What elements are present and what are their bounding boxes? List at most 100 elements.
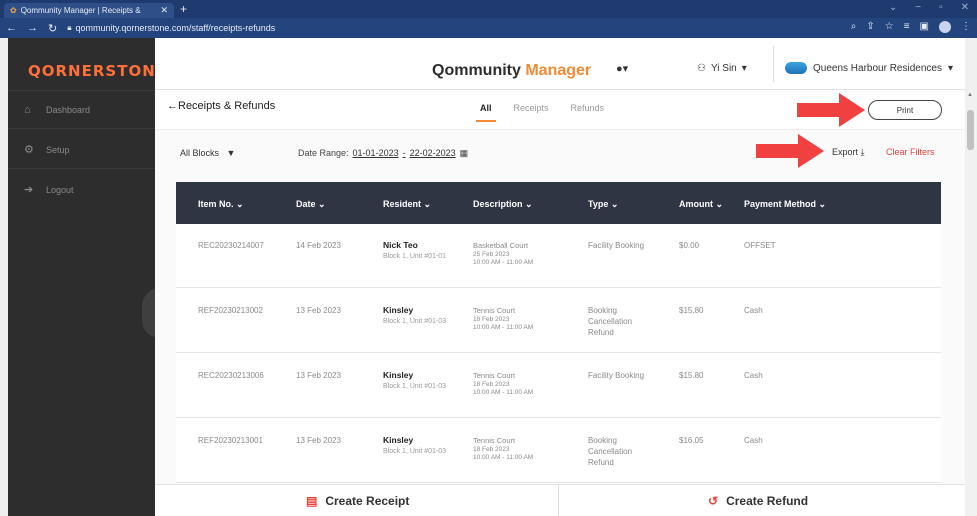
col-amount[interactable]: Amount ⌄ [679, 199, 723, 210]
scroll-thumb[interactable] [967, 110, 974, 150]
back-arrow-icon[interactable]: ← [6, 22, 17, 35]
col-resident[interactable]: Resident ⌄ [383, 199, 431, 210]
item-no: REF20230213002 [198, 306, 263, 315]
col-description[interactable]: Description ⌄ [473, 199, 533, 210]
blocks-filter[interactable]: All Blocks ▼ [180, 148, 235, 158]
caret-down-icon: ▼ [221, 148, 236, 158]
row-payment-method: Cash [744, 306, 763, 315]
row-payment-method: OFFSET [744, 241, 776, 250]
user-name: Yi Sin [710, 63, 737, 74]
browser-tabbar: ✿ Qommunity Manager | Receipts & ✕ + ⌄ −… [0, 0, 977, 18]
new-tab-icon[interactable]: + [180, 2, 187, 16]
url-text: qommunity.qornerstone.com/staff/receipts… [75, 23, 276, 33]
col-type[interactable]: Type ⌄ [588, 199, 618, 210]
date-from-input[interactable]: 01-01-2023 [353, 148, 399, 159]
user-menu[interactable]: ⚇ Yi Sin ▾ [697, 63, 747, 74]
date-to-input[interactable]: 22-02-2023 [410, 148, 456, 159]
table-row[interactable]: REC20230214007 14 Feb 2023 Nick Teo Bloc… [176, 224, 941, 288]
description-time: 10:00 AM - 11:00 AM [473, 259, 534, 266]
description-title: Tennis Court [473, 306, 516, 315]
estate-logo [785, 62, 807, 74]
maximize-icon[interactable]: ▫ [939, 2, 943, 13]
row-type: Booking Cancellation Refund [588, 306, 633, 337]
app-title-main: Qommunity [432, 62, 526, 79]
tab-close-icon[interactable]: ✕ [160, 5, 168, 16]
bottom-action-bar [155, 484, 965, 516]
date-range-filter: Date Range: 01-01-2023 - 22-02-2023 ▦ [298, 148, 468, 159]
row-type: Facility Booking [588, 371, 645, 380]
create-receipt-button[interactable]: ▤ Create Receipt [306, 494, 409, 508]
create-refund-label: Create Refund [726, 494, 809, 508]
row-amount: $15.80 [679, 371, 704, 380]
sidepanel-icon[interactable]: ▣ [920, 21, 929, 33]
row-payment-method: Cash [744, 371, 763, 380]
description-title: Basketball Court [473, 241, 529, 250]
sidebar-edge [0, 38, 8, 516]
description-time: 10:00 AM - 11:00 AM [473, 324, 534, 331]
create-refund-button[interactable]: ↺ Create Refund [708, 494, 808, 508]
table-row[interactable]: REF20230213001 13 Feb 2023 Kinsley Block… [176, 419, 941, 483]
scrollbar[interactable] [965, 90, 977, 516]
tab-search-icon[interactable]: ≡ [904, 21, 910, 33]
sidebar-item-logout[interactable]: ➔ Logout [24, 184, 74, 196]
app-title-accent: Manager [525, 62, 592, 79]
page-title[interactable]: ←Receipts & Refunds [167, 100, 275, 112]
tab-refunds[interactable]: Refunds [571, 103, 605, 113]
col-item-no[interactable]: Item No. ⌄ [198, 199, 244, 210]
item-no: REF20230213001 [198, 436, 263, 445]
menu-dots-icon[interactable]: ⋮ [961, 21, 971, 33]
sidebar-divider [8, 90, 155, 91]
estate-name: Queens Harbour Residences [813, 62, 942, 74]
resident-name: Nick Teo [383, 240, 418, 250]
export-button[interactable]: Export ⤓ [832, 147, 865, 158]
calendar-icon[interactable]: ▦ [460, 148, 469, 159]
help-globe-icon[interactable]: ●▾ [616, 62, 628, 75]
chevron-down-icon[interactable]: ⌄ [889, 2, 897, 13]
tab-receipts[interactable]: Receipts [514, 103, 549, 113]
tabs: All Receipts Refunds [476, 103, 605, 122]
resident-cell: Kinsley Block 1, Unit #01-03 [383, 370, 449, 392]
clear-filters-link[interactable]: Clear Filters [886, 147, 935, 157]
resident-unit: Block 1, Unit #01-03 [383, 383, 447, 390]
favicon-icon: ✿ [10, 6, 17, 15]
sidebar-divider [8, 128, 155, 129]
row-type: Booking Cancellation Refund [588, 436, 633, 467]
reload-icon[interactable]: ↻ [48, 22, 57, 35]
row-date: 14 Feb 2023 [296, 241, 341, 250]
print-button[interactable]: Print [868, 100, 942, 120]
forward-arrow-icon[interactable]: → [27, 22, 38, 35]
table-row[interactable]: REC20230213006 13 Feb 2023 Kinsley Block… [176, 354, 941, 418]
sidebar-item-label: Dashboard [46, 105, 91, 115]
row-date: 13 Feb 2023 [296, 436, 341, 445]
scroll-up-icon[interactable]: ▲ [967, 92, 973, 98]
annotation-arrow-export [756, 134, 824, 168]
sidebar-item-setup[interactable]: ⚙ Setup [24, 144, 70, 156]
app-title: Qommunity Manager [432, 62, 591, 80]
sidebar-item-dashboard[interactable]: ⌂ Dashboard [24, 104, 90, 116]
share-icon[interactable]: ⇪ [866, 21, 874, 33]
description-time: 10:00 AM - 11:00 AM [473, 454, 534, 461]
window-controls: ⌄ − ▫ ✕ [889, 2, 969, 13]
bottom-divider [558, 484, 559, 516]
table-row[interactable]: REF20230213002 13 Feb 2023 Kinsley Block… [176, 289, 941, 353]
date-separator: - [402, 148, 406, 158]
brand-logo[interactable]: QORNERSTONE [28, 62, 167, 80]
header-divider [773, 46, 774, 82]
minimize-icon[interactable]: − [915, 2, 921, 13]
col-date[interactable]: Date ⌄ [296, 199, 326, 210]
col-payment-method[interactable]: Payment Method ⌄ [744, 199, 826, 210]
tab-all[interactable]: All [476, 103, 495, 122]
chevron-down-icon: ▾ [741, 63, 747, 74]
sidebar-item-label: Logout [46, 185, 74, 195]
browser-tab[interactable]: ✿ Qommunity Manager | Receipts & ✕ [4, 3, 174, 18]
star-icon[interactable]: ☆ [885, 21, 894, 33]
resident-name: Kinsley [383, 370, 414, 380]
close-icon[interactable]: ✕ [961, 2, 969, 13]
search-icon[interactable]: ⌕ [851, 21, 857, 33]
profile-avatar[interactable] [939, 21, 951, 33]
sidebar-item-label: Setup [46, 145, 70, 155]
resident-unit: Block 1, Unit #01-01 [383, 253, 447, 260]
estate-selector[interactable]: Queens Harbour Residences ▾ [785, 62, 953, 74]
description-date: 18 Feb 2023 [473, 381, 510, 388]
address-bar[interactable]: 🔒︎ qommunity.qornerstone.com/staff/recei… [67, 23, 275, 33]
